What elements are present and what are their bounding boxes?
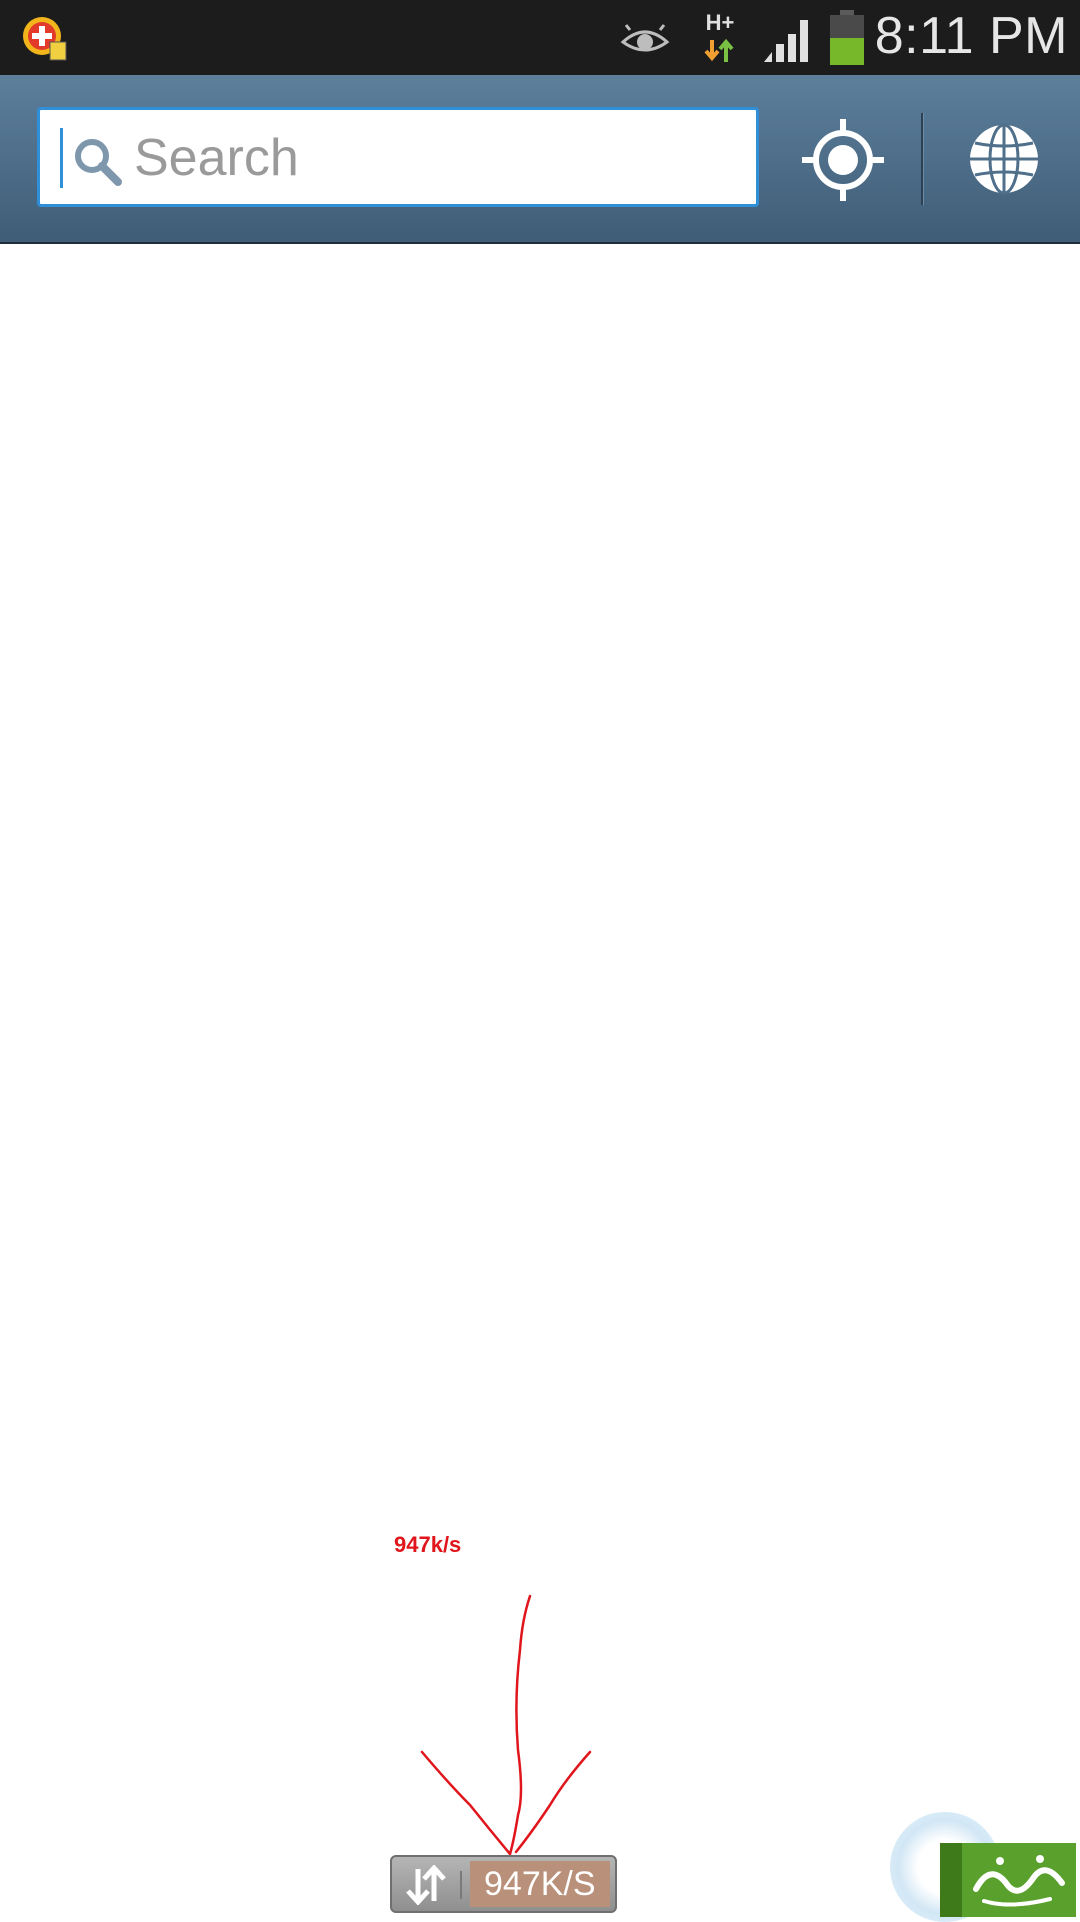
text-cursor xyxy=(60,128,63,188)
search-input[interactable] xyxy=(134,120,734,196)
watermark-logo xyxy=(940,1843,1076,1917)
network-type-label: H+ xyxy=(705,10,735,35)
locate-icon[interactable] xyxy=(800,117,886,203)
speed-value: 947K/S xyxy=(470,1861,610,1907)
network-speed-widget[interactable]: 947K/S xyxy=(390,1855,617,1913)
map-header xyxy=(0,75,1080,244)
speed-separator xyxy=(460,1871,462,1899)
annotation-label: 947k/s xyxy=(394,1532,462,1557)
network-type-indicator: H+ xyxy=(700,10,740,66)
globe-icon[interactable] xyxy=(964,119,1044,199)
battery-icon xyxy=(830,10,864,65)
eye-icon xyxy=(620,24,670,52)
annotation-arrow xyxy=(420,1594,592,1856)
status-clock: 8:11 PM xyxy=(874,7,1068,65)
network-arrows-icon xyxy=(704,38,734,62)
app-plus-icon xyxy=(23,17,67,61)
search-box[interactable] xyxy=(37,107,759,207)
status-bar: H+ 8:11 PM xyxy=(0,0,1080,75)
transfer-arrows-icon xyxy=(406,1865,446,1905)
signal-icon xyxy=(764,20,808,62)
search-icon xyxy=(75,139,122,186)
header-divider xyxy=(921,113,924,205)
